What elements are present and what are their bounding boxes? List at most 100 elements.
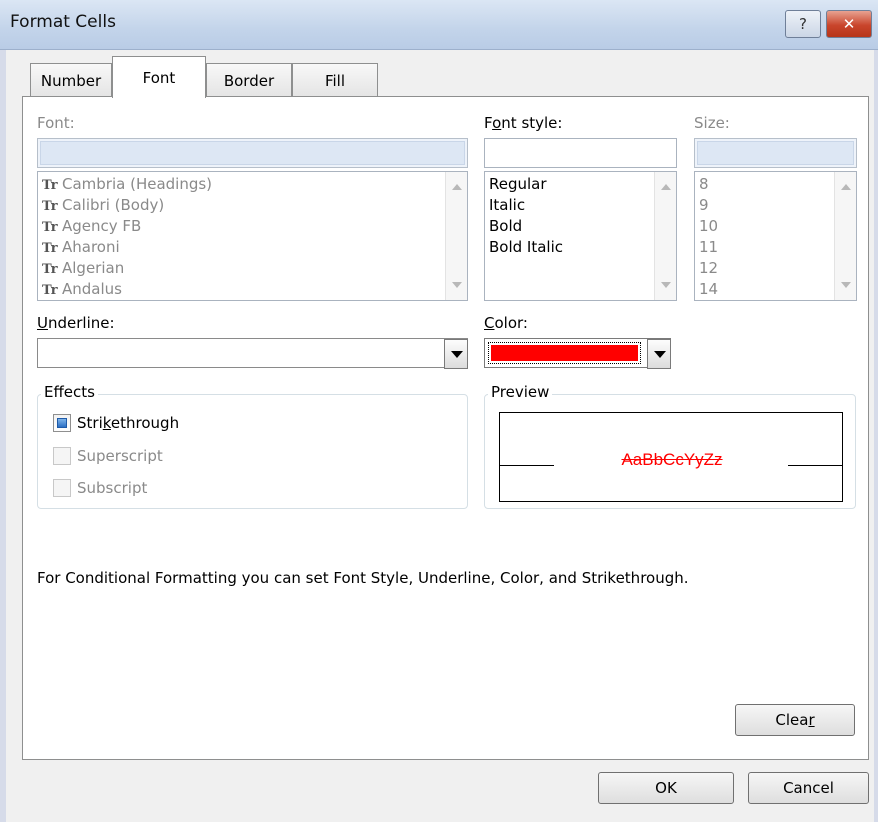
tab-fill[interactable]: Fill	[292, 63, 378, 97]
size-label: Size:	[694, 114, 730, 132]
clear-button[interactable]: Clear	[735, 704, 855, 736]
list-item[interactable]: Tr Andalus	[42, 279, 122, 300]
size-input[interactable]	[694, 138, 857, 168]
scroll-up-arrow-icon[interactable]	[841, 184, 851, 190]
font-input[interactable]	[37, 138, 468, 168]
close-button[interactable]: ✕	[826, 10, 872, 38]
color-dropdown-button[interactable]	[647, 339, 671, 369]
checkbox-filled-icon	[57, 418, 67, 428]
color-label-part: olor:	[494, 314, 528, 332]
color-label-accel: C	[484, 314, 495, 332]
strikethrough-label: Strikethrough	[77, 414, 179, 432]
strikethrough-label-accel: k	[102, 414, 111, 432]
list-item[interactable]: 8	[699, 174, 709, 195]
font-style-input[interactable]	[484, 138, 677, 168]
font-item-label: Calibri (Body)	[62, 196, 165, 214]
list-item[interactable]: Regular	[489, 174, 547, 195]
list-item[interactable]: Bold Italic	[489, 237, 563, 258]
help-icon: ?	[799, 15, 807, 33]
underline-label-part: nderline:	[47, 314, 115, 332]
tab-number-label: Number	[40, 71, 102, 90]
truetype-icon: Tr	[42, 220, 58, 235]
checkbox-box	[53, 414, 71, 432]
font-tab-panel: Font: Tr Cambria (Headings) Tr Calibri (Bo…	[22, 96, 869, 760]
preview-baseline-left	[500, 465, 554, 466]
subscript-checkbox[interactable]: Subscript	[53, 479, 147, 497]
list-item[interactable]: Tr Cambria (Headings)	[42, 174, 212, 196]
tab-border-label: Border	[223, 71, 275, 90]
font-item-label: Algerian	[62, 259, 125, 277]
underline-dropdown[interactable]	[37, 338, 468, 369]
font-style-label-accel: o	[492, 114, 502, 132]
preview-title: Preview	[488, 383, 553, 401]
chevron-down-icon	[451, 351, 463, 358]
font-list[interactable]: Tr Cambria (Headings) Tr Calibri (Body) Tr…	[37, 171, 468, 301]
strikethrough-label-part: ethrough	[110, 414, 180, 432]
font-input-field	[40, 141, 465, 165]
preview-sample-text: AaBbCcYyZz	[621, 450, 723, 469]
preview-box: AaBbCcYyZz	[499, 412, 843, 502]
superscript-label: Superscript	[77, 447, 163, 465]
chevron-down-icon	[654, 351, 666, 358]
font-style-label-part: nt style:	[501, 114, 563, 132]
help-button[interactable]: ?	[785, 10, 821, 38]
ok-button[interactable]: OK	[598, 772, 734, 804]
truetype-icon: Tr	[42, 262, 58, 277]
truetype-icon: Tr	[42, 178, 58, 193]
font-style-label: Font style:	[484, 114, 562, 132]
scroll-up-arrow-icon[interactable]	[661, 184, 671, 190]
font-item-label: Aharoni	[62, 238, 120, 256]
close-icon: ✕	[842, 15, 856, 33]
format-cells-dialog: Format Cells ? ✕ Number Font Border Fill…	[0, 0, 878, 822]
ok-button-label: OK	[655, 779, 677, 797]
preview-baseline-right	[788, 465, 842, 466]
scroll-down-arrow-icon[interactable]	[661, 282, 671, 288]
list-item[interactable]: Tr Algerian	[42, 258, 124, 280]
checkbox-box	[53, 447, 71, 465]
cancel-button[interactable]: Cancel	[748, 772, 869, 804]
clear-label-part: Clea	[775, 711, 809, 729]
subscript-label: Subscript	[77, 479, 148, 497]
cancel-button-label: Cancel	[783, 779, 834, 797]
scroll-up-arrow-icon[interactable]	[452, 184, 462, 190]
list-item[interactable]: Tr Aharoni	[42, 237, 120, 259]
tab-border[interactable]: Border	[206, 63, 292, 97]
size-list[interactable]: 8 9 10 11 12 14	[694, 171, 857, 301]
font-list-scrollbar[interactable]	[445, 172, 467, 300]
truetype-icon: Tr	[42, 241, 58, 256]
underline-label: Underline:	[37, 314, 115, 332]
list-item[interactable]: Italic	[489, 195, 525, 216]
color-swatch	[488, 342, 641, 364]
color-dropdown[interactable]	[484, 338, 671, 369]
font-style-list-scrollbar[interactable]	[654, 172, 676, 300]
list-item[interactable]: 12	[699, 258, 718, 279]
font-item-label: Cambria (Headings)	[62, 175, 213, 193]
list-item[interactable]: 9	[699, 195, 709, 216]
font-style-list[interactable]: Regular Italic Bold Bold Italic	[484, 171, 677, 301]
underline-dropdown-button[interactable]	[444, 339, 468, 369]
list-item[interactable]: 10	[699, 216, 718, 237]
list-item[interactable]: 14	[699, 279, 718, 300]
font-style-label-part: F	[484, 114, 493, 132]
strikethrough-checkbox[interactable]: Strikethrough	[53, 414, 179, 432]
font-item-label: Andalus	[62, 280, 122, 298]
size-list-scrollbar[interactable]	[834, 172, 856, 300]
color-swatch-fill	[491, 345, 638, 361]
size-input-field	[697, 141, 854, 165]
superscript-checkbox[interactable]: Superscript	[53, 447, 163, 465]
list-item[interactable]: Tr Agency FB	[42, 216, 141, 238]
title-bar: Format Cells ? ✕	[0, 0, 878, 50]
truetype-icon: Tr	[42, 283, 58, 298]
clear-button-label: Clear	[775, 711, 814, 729]
tab-font[interactable]: Font	[112, 56, 206, 98]
tab-number[interactable]: Number	[30, 63, 112, 97]
scroll-down-arrow-icon[interactable]	[841, 282, 851, 288]
tab-font-label: Font	[142, 68, 176, 87]
list-item[interactable]: Tr Calibri (Body)	[42, 195, 164, 217]
list-item[interactable]: 11	[699, 237, 718, 258]
list-item[interactable]: Bold	[489, 216, 522, 237]
window-title: Format Cells	[10, 12, 116, 32]
info-text: For Conditional Formatting you can set F…	[37, 569, 689, 587]
scroll-down-arrow-icon[interactable]	[452, 282, 462, 288]
font-label: Font:	[37, 114, 75, 132]
